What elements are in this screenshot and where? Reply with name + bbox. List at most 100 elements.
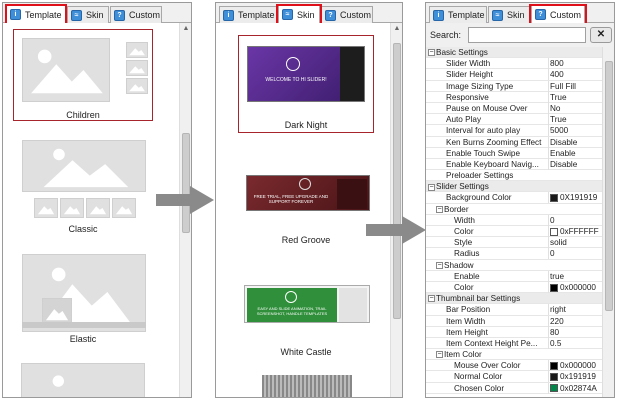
property-value[interactable]: 0X191919 bbox=[548, 192, 602, 204]
property-value[interactable]: 0x000000 bbox=[548, 360, 602, 372]
property-value-text: Disable bbox=[550, 137, 578, 147]
template-item-elastic[interactable]: Elastic bbox=[13, 251, 153, 351]
property-row[interactable]: Item Height 80 bbox=[426, 326, 602, 338]
vertical-scrollbar[interactable] bbox=[602, 47, 614, 397]
search-input[interactable] bbox=[468, 27, 586, 43]
property-row[interactable]: Chosen Color 0x02874A bbox=[426, 382, 602, 394]
skin-tab-icon: ≈ bbox=[282, 9, 293, 20]
property-value[interactable]: 0 bbox=[548, 248, 602, 260]
property-row[interactable]: Responsive True bbox=[426, 91, 602, 103]
property-row[interactable]: Width 0 bbox=[426, 214, 602, 226]
property-name: Enable Touch Swipe bbox=[426, 148, 546, 159]
property-value[interactable]: 220 bbox=[548, 315, 602, 327]
property-row[interactable]: Style solid bbox=[426, 237, 602, 249]
collapse-icon[interactable]: − bbox=[428, 183, 435, 191]
thumbnail-bar bbox=[337, 179, 367, 209]
property-category-row[interactable]: − Slider Settings bbox=[426, 181, 602, 193]
property-value[interactable]: Full Fill bbox=[548, 80, 602, 92]
property-value[interactable]: solid bbox=[548, 237, 602, 249]
collapse-icon[interactable]: − bbox=[436, 205, 443, 213]
template-item-classic[interactable]: Classic bbox=[13, 135, 153, 235]
property-value[interactable]: 400 bbox=[548, 69, 602, 81]
image-placeholder-icon bbox=[22, 38, 110, 102]
property-value[interactable]: True bbox=[548, 114, 602, 126]
skin-label: Red Groove bbox=[281, 235, 331, 245]
property-name-text: Item Color bbox=[444, 350, 482, 360]
property-value[interactable]: 800 bbox=[548, 58, 602, 70]
property-category-row[interactable]: − Border bbox=[426, 204, 602, 215]
custom-panel: i Template ≈ Skin ? Custom Search: ✕ − Ba… bbox=[425, 2, 615, 398]
clear-search-button[interactable]: ✕ bbox=[590, 27, 612, 43]
property-row[interactable]: Mouse Over Color 0x000000 bbox=[426, 360, 602, 372]
scroll-up-icon[interactable]: ▲ bbox=[180, 23, 191, 35]
property-category-row[interactable]: − Shadow bbox=[426, 260, 602, 271]
property-row[interactable]: Radius 0 bbox=[426, 248, 602, 260]
skin-item-white-castle[interactable]: EASY AND SLIDE ANIMATION, TRAIL SCREENSH… bbox=[238, 285, 374, 365]
collapse-icon[interactable]: − bbox=[436, 261, 443, 269]
skin-item-red-groove[interactable]: FREE TRIAL, FREE UPGRADE AND SUPPORT FOR… bbox=[238, 173, 374, 253]
property-row[interactable]: Color 0x000000 bbox=[426, 281, 602, 294]
property-row[interactable]: Auto Play True bbox=[426, 114, 602, 126]
scroll-thumb[interactable] bbox=[182, 133, 190, 233]
property-value[interactable]: 0.5 bbox=[548, 337, 602, 349]
scroll-up-icon[interactable]: ▲ bbox=[391, 23, 402, 35]
property-row[interactable]: Pause on Mouse Over No bbox=[426, 102, 602, 115]
tab-skin[interactable]: ≈ Skin bbox=[278, 4, 320, 24]
property-row[interactable]: Item Context Height Pe... 0.5 bbox=[426, 337, 602, 350]
tab-custom[interactable]: ? Custom bbox=[321, 6, 373, 23]
property-category-row[interactable]: − Thumbnail bar Settings bbox=[426, 293, 602, 305]
collapse-icon[interactable]: − bbox=[428, 295, 435, 303]
property-row[interactable]: Enable true bbox=[426, 270, 602, 282]
property-value[interactable]: 0 bbox=[548, 214, 602, 226]
property-row[interactable]: Interval for auto play 5000 bbox=[426, 125, 602, 137]
property-row[interactable]: Slider Height 400 bbox=[426, 69, 602, 81]
tab-template[interactable]: i Template bbox=[219, 6, 277, 23]
template-item-children[interactable]: Children bbox=[13, 29, 153, 121]
property-value[interactable]: Enable bbox=[548, 147, 602, 159]
scroll-thumb[interactable] bbox=[393, 43, 401, 319]
property-value[interactable]: 0xFFFFFF bbox=[548, 226, 602, 237]
tab-custom[interactable]: ? Custom bbox=[531, 4, 585, 24]
property-value[interactable]: Disable bbox=[548, 136, 602, 148]
property-value[interactable]: 80 bbox=[548, 326, 602, 338]
vertical-scrollbar[interactable]: ▲ bbox=[390, 23, 402, 397]
property-row[interactable]: Slider Width 800 bbox=[426, 58, 602, 70]
tab-custom[interactable]: ? Custom bbox=[110, 6, 162, 23]
property-name-text: Slider Settings bbox=[436, 182, 489, 192]
property-category-row[interactable]: − Basic Settings bbox=[426, 47, 602, 59]
tab-skin[interactable]: ≈ Skin bbox=[488, 6, 530, 23]
property-value-text: No bbox=[550, 103, 561, 113]
property-value[interactable]: 5000 bbox=[548, 125, 602, 137]
collapse-icon[interactable]: − bbox=[436, 351, 443, 359]
property-row[interactable]: Background Color 0X191919 bbox=[426, 192, 602, 204]
property-row[interactable]: Preloader Settings bbox=[426, 170, 602, 182]
property-value[interactable]: true bbox=[548, 270, 602, 282]
property-row[interactable]: Enable Touch Swipe Enable bbox=[426, 147, 602, 159]
tab-skin[interactable]: ≈ Skin bbox=[67, 6, 109, 23]
tab-template[interactable]: i Template bbox=[6, 4, 66, 24]
property-value[interactable]: Disable bbox=[548, 158, 602, 170]
property-row[interactable]: Ken Burns Zooming Effect Disable bbox=[426, 136, 602, 148]
property-value[interactable]: True bbox=[548, 91, 602, 103]
property-value[interactable]: 0x191919 bbox=[548, 371, 602, 383]
tab-template[interactable]: i Template bbox=[429, 6, 487, 23]
property-value-text: 0x000000 bbox=[560, 361, 596, 371]
property-row[interactable]: Item Width 220 bbox=[426, 315, 602, 327]
property-name-text: Width bbox=[454, 215, 475, 225]
property-row[interactable]: Bar Position right bbox=[426, 304, 602, 316]
property-value[interactable]: 0x000000 bbox=[548, 281, 602, 293]
thumbnail-bar bbox=[340, 47, 364, 101]
property-value[interactable]: right bbox=[548, 304, 602, 316]
property-row[interactable]: Normal Color 0x191919 bbox=[426, 371, 602, 383]
property-name-text: Mouse Over Color bbox=[454, 361, 521, 371]
scroll-thumb[interactable] bbox=[605, 61, 613, 311]
property-value[interactable]: 0x02874A bbox=[548, 382, 602, 394]
property-row[interactable]: Enable Keyboard Navig... Disable bbox=[426, 158, 602, 171]
skin-preview: FREE TRIAL, FREE UPGRADE AND SUPPORT FOR… bbox=[246, 175, 370, 211]
collapse-icon[interactable]: − bbox=[428, 49, 435, 57]
property-category-row[interactable]: − Item Color bbox=[426, 349, 602, 361]
skin-item-dark-night[interactable]: WELCOME TO HI SLIDER! Dark Night bbox=[238, 35, 374, 133]
property-row[interactable]: Color 0xFFFFFF bbox=[426, 226, 602, 238]
property-row[interactable]: Image Sizing Type Full Fill bbox=[426, 80, 602, 92]
property-value[interactable]: No bbox=[548, 102, 602, 114]
